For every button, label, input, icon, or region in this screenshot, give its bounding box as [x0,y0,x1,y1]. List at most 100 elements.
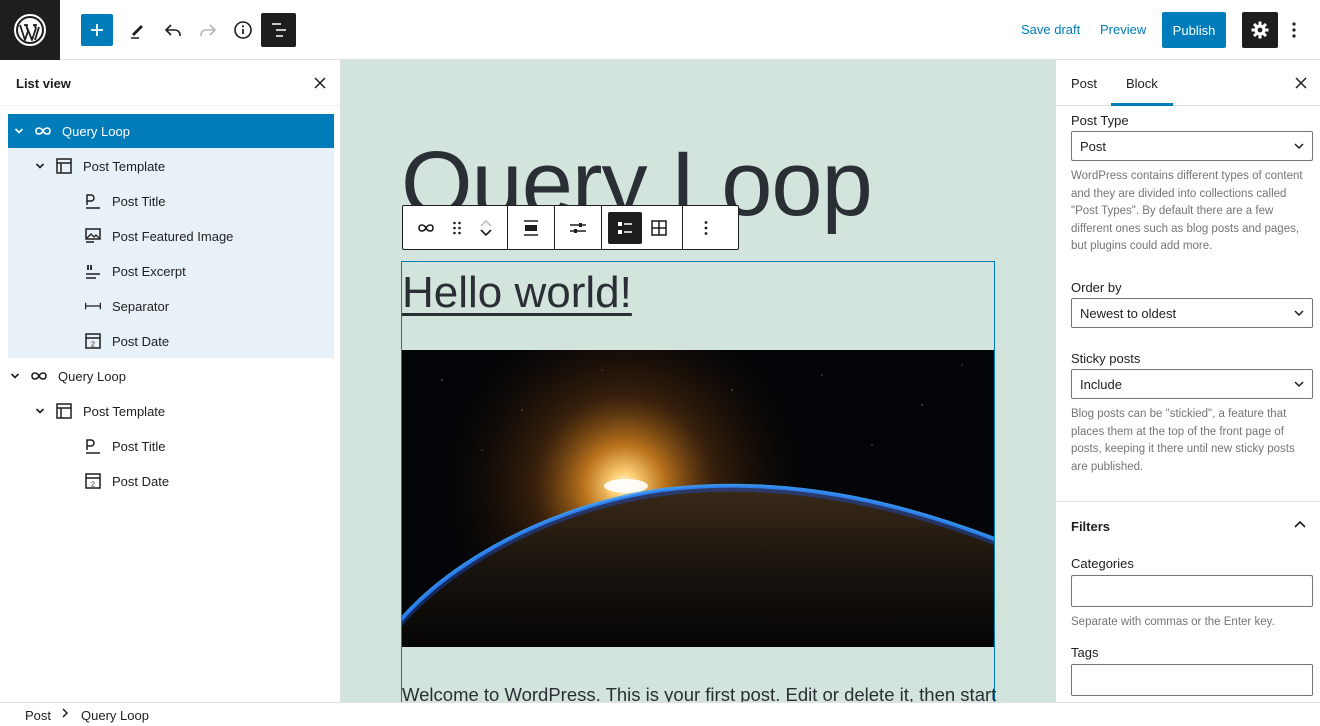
list-view-icon [271,23,286,37]
settings-button[interactable] [1242,12,1278,48]
close-icon [314,77,326,89]
breadcrumb: Post Query Loop [0,702,1320,726]
redo-button[interactable] [191,13,225,47]
list-view-item-label: Post Featured Image [112,228,234,244]
details-button[interactable] [226,13,260,47]
chevron-up-icon [1294,520,1306,528]
order-by-select[interactable]: Newest to oldest [1071,298,1313,328]
layout-icon [55,402,73,420]
wordpress-logo-button[interactable] [0,0,60,60]
list-view-item-label: Query Loop [58,368,126,384]
wordpress-logo-icon [14,14,46,46]
order-by-value: Newest to oldest [1080,305,1177,321]
list-view-item-post-date[interactable]: 2 Post Date [84,324,334,358]
editor-canvas[interactable]: Query Loop Hello world! Welcome to WordP… [341,60,1055,702]
chevron-down-icon [480,228,492,236]
categories-help: Separate with commas or the Enter key. [1071,616,1275,628]
align-wide-icon [524,219,538,236]
drag-handle[interactable] [443,212,471,244]
publish-button[interactable]: Publish [1162,12,1226,48]
chevron-down-icon[interactable] [33,404,47,418]
sticky-posts-label: Sticky posts [1071,351,1141,366]
title-icon [84,437,102,455]
options-menu-button[interactable] [1284,15,1304,45]
drag-handle-icon [453,221,461,234]
block-toolbar [402,205,739,250]
filters-panel-title[interactable]: Filters [1071,519,1110,534]
block-type-button[interactable] [409,212,443,244]
list-view-item-post-template[interactable]: Post Template [33,394,334,428]
editor-top-bar: Save draft Preview Publish [0,0,1320,60]
tags-input[interactable] [1071,664,1313,696]
gear-icon [1251,21,1269,39]
block-toolbar-group-more [683,206,729,249]
list-view-item-separator[interactable]: Separator [84,289,334,323]
layout-icon [55,157,73,175]
list-view-item-label: Post Title [112,193,166,209]
chevron-up-icon [480,219,492,227]
list-view-item-label: Post Title [112,438,166,454]
plus-icon [91,24,103,36]
post-excerpt-text[interactable]: Welcome to WordPress. This is your first… [402,684,996,702]
align-button[interactable] [514,212,548,244]
breadcrumb-separator-icon [61,707,69,722]
list-view-panel: List view Query Loop Post Template Post Ti… [0,60,341,702]
block-toolbar-group-mover [403,206,508,249]
list-view-item-post-title[interactable]: Post Title [84,429,334,463]
date-icon: 2 [84,472,102,490]
post-type-select[interactable]: Post [1071,131,1313,161]
grid-layout-button[interactable] [642,212,676,244]
add-block-button[interactable] [81,14,113,46]
tab-block[interactable]: Block [1126,76,1158,91]
chevron-down-icon[interactable] [12,124,26,138]
categories-label: Categories [1071,556,1134,571]
chevron-down-icon [1294,381,1304,388]
list-view-close-button[interactable] [311,74,329,92]
panel-divider [1056,501,1320,502]
list-view-item-post-featured-image[interactable]: Post Featured Image [84,219,334,253]
list-view-item-post-excerpt[interactable]: Post Excerpt [84,254,334,288]
sticky-posts-help: Blog posts can be "stickied", a feature … [1071,408,1295,473]
more-vertical-icon [704,220,708,235]
redo-icon [200,24,217,36]
list-layout-button[interactable] [608,211,642,244]
settings-sidebar: Post Block Post Type Post WordPress cont… [1055,60,1320,702]
save-draft-button[interactable]: Save draft [1021,22,1080,37]
move-up-down-buttons[interactable] [471,212,501,244]
breadcrumb-item-post[interactable]: Post [25,708,51,723]
list-view-item-query-loop[interactable]: Query Loop [8,359,334,393]
undo-button[interactable] [156,13,190,47]
post-featured-image[interactable] [402,350,994,647]
sidebar-tabs: Post Block [1056,60,1320,106]
tools-button[interactable] [121,13,155,47]
tab-post[interactable]: Post [1071,76,1097,91]
pencil-icon [131,25,143,39]
list-view-item-post-title[interactable]: Post Title [84,184,334,218]
list-view-item-label: Post Date [112,333,170,349]
list-view-item-label: Query Loop [62,123,130,139]
display-settings-button[interactable] [561,212,595,244]
list-view-item-label: Post Excerpt [112,263,186,279]
post-template-block[interactable]: Hello world! Welcome to WordPress. This … [401,261,996,702]
block-options-button[interactable] [689,212,723,244]
filters-toggle[interactable] [1293,518,1307,537]
chevron-down-icon[interactable] [8,369,22,383]
breadcrumb-item-query-loop[interactable]: Query Loop [81,708,149,723]
block-toolbar-group-settings [555,206,602,249]
chevron-down-icon[interactable] [33,159,47,173]
categories-input[interactable] [1071,575,1313,607]
post-title-link[interactable]: Hello world! [402,268,632,318]
list-view-item-post-template[interactable]: Post Template [33,149,334,183]
block-toolbar-group-layout [602,206,683,249]
sticky-posts-select[interactable]: Include [1071,369,1313,399]
list-view-toggle-button[interactable] [261,13,296,47]
block-toolbar-group-align [508,206,555,249]
close-icon [1295,77,1307,89]
list-view-item-query-loop[interactable]: Query Loop [8,114,334,148]
preview-button[interactable]: Preview [1100,22,1146,37]
list-view-item-post-date[interactable]: 2 Post Date [84,464,334,498]
separator-icon [84,297,102,315]
post-type-label: Post Type [1071,113,1129,128]
sidebar-close-button[interactable] [1292,74,1310,92]
sliders-icon [570,222,586,233]
